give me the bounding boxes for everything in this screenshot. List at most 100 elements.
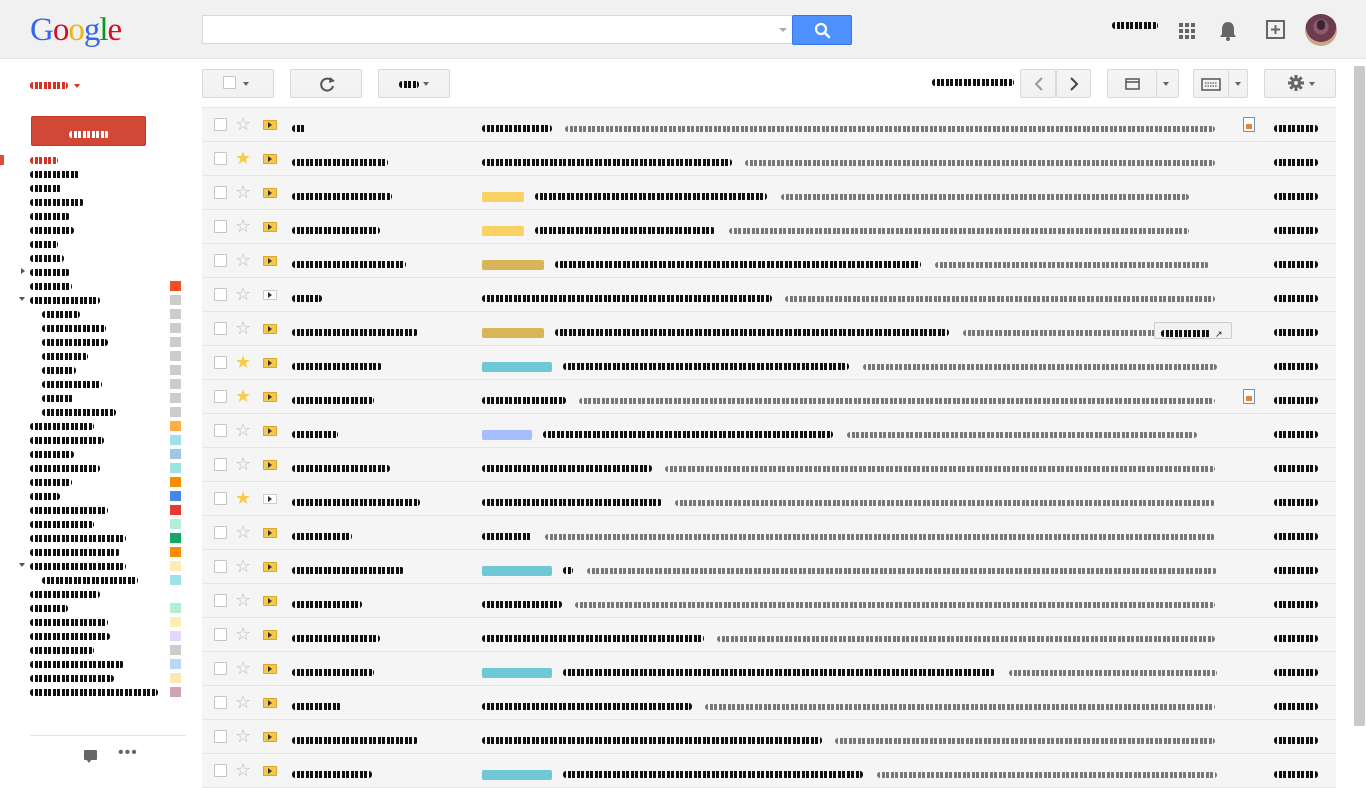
- user-name[interactable]: [1112, 22, 1158, 29]
- email-row[interactable]: ☆: [202, 754, 1336, 788]
- row-checkbox[interactable]: [214, 492, 227, 505]
- importance-marker-icon[interactable]: [263, 256, 277, 266]
- apps-grid-icon[interactable]: [1178, 14, 1196, 46]
- row-checkbox[interactable]: [214, 390, 227, 403]
- importance-marker-icon[interactable]: [263, 290, 277, 300]
- email-label-chip[interactable]: [482, 667, 552, 678]
- compose-button[interactable]: [31, 116, 146, 146]
- importance-marker-icon[interactable]: [263, 426, 277, 436]
- star-icon[interactable]: ☆: [235, 251, 251, 269]
- sidebar-item[interactable]: [0, 195, 200, 209]
- sidebar-item[interactable]: [0, 475, 200, 489]
- email-row[interactable]: ☆: [202, 720, 1336, 754]
- sidebar-item[interactable]: [0, 405, 200, 419]
- sidebar-item[interactable]: [0, 419, 200, 433]
- label-color-swatch[interactable]: [170, 393, 181, 403]
- star-icon[interactable]: ☆: [235, 421, 251, 439]
- row-checkbox[interactable]: [214, 628, 227, 641]
- label-color-swatch[interactable]: [170, 519, 181, 529]
- email-row[interactable]: ★: [202, 346, 1336, 380]
- label-color-swatch[interactable]: [170, 687, 181, 697]
- importance-marker-icon[interactable]: [263, 188, 277, 198]
- label-color-swatch[interactable]: [170, 365, 181, 375]
- importance-marker-icon[interactable]: [263, 528, 277, 538]
- star-icon[interactable]: ☆: [235, 761, 251, 779]
- email-label-chip[interactable]: [482, 191, 524, 202]
- sidebar-item[interactable]: [0, 657, 200, 671]
- sidebar-item[interactable]: [0, 559, 200, 573]
- email-row[interactable]: ★: [202, 380, 1336, 414]
- row-checkbox[interactable]: [214, 254, 227, 267]
- email-label-chip[interactable]: [482, 565, 552, 576]
- email-row[interactable]: ☆: [202, 244, 1336, 278]
- label-color-swatch[interactable]: [170, 295, 181, 305]
- label-color-swatch[interactable]: [170, 645, 181, 655]
- row-checkbox[interactable]: [214, 526, 227, 539]
- google-logo[interactable]: Google: [30, 12, 122, 48]
- email-label-chip[interactable]: [482, 769, 552, 780]
- sidebar-item[interactable]: [0, 265, 200, 279]
- row-checkbox[interactable]: [214, 356, 227, 369]
- sidebar-item[interactable]: [0, 643, 200, 657]
- row-checkbox[interactable]: [214, 458, 227, 471]
- email-row[interactable]: ☆: [202, 686, 1336, 720]
- sidebar-item[interactable]: [0, 573, 200, 587]
- row-checkbox[interactable]: [214, 662, 227, 675]
- email-row[interactable]: ☆: [202, 278, 1336, 312]
- star-icon[interactable]: ☆: [235, 319, 251, 337]
- email-row[interactable]: ★: [202, 142, 1336, 176]
- row-checkbox[interactable]: [214, 764, 227, 777]
- sidebar-item[interactable]: [0, 167, 200, 181]
- chevron-down-icon[interactable]: [1163, 82, 1169, 86]
- sidebar-item[interactable]: [0, 307, 200, 321]
- sidebar-item[interactable]: [0, 671, 200, 685]
- row-checkbox[interactable]: [214, 594, 227, 607]
- scrollbar[interactable]: [1354, 66, 1365, 726]
- star-icon[interactable]: ★: [235, 489, 251, 507]
- label-color-swatch[interactable]: [170, 603, 181, 613]
- importance-marker-icon[interactable]: [263, 562, 277, 572]
- row-checkbox[interactable]: [214, 118, 227, 131]
- importance-marker-icon[interactable]: [263, 120, 277, 130]
- label-color-swatch[interactable]: [170, 421, 181, 431]
- settings-button[interactable]: [1264, 69, 1336, 98]
- email-label-chip[interactable]: [482, 225, 524, 236]
- email-row[interactable]: ☆: [202, 584, 1336, 618]
- search-options-caret-icon[interactable]: [779, 28, 787, 32]
- sidebar-item[interactable]: [0, 251, 200, 265]
- star-icon[interactable]: ☆: [235, 455, 251, 473]
- importance-marker-icon[interactable]: [263, 596, 277, 606]
- label-color-swatch[interactable]: [170, 463, 181, 473]
- label-color-swatch[interactable]: [170, 491, 181, 501]
- star-icon[interactable]: ☆: [235, 523, 251, 541]
- email-row[interactable]: ☆: [202, 210, 1336, 244]
- sidebar-item[interactable]: [0, 209, 200, 223]
- email-label-chip[interactable]: [482, 361, 552, 372]
- sidebar-item[interactable]: [0, 433, 200, 447]
- email-row[interactable]: ☆: [202, 550, 1336, 584]
- importance-marker-icon[interactable]: [263, 222, 277, 232]
- importance-marker-icon[interactable]: [263, 630, 277, 640]
- sidebar-item[interactable]: [0, 685, 200, 699]
- importance-marker-icon[interactable]: [263, 664, 277, 674]
- label-color-swatch[interactable]: [170, 505, 181, 515]
- row-checkbox[interactable]: [214, 322, 227, 335]
- label-color-swatch[interactable]: [170, 561, 181, 571]
- refresh-button[interactable]: [290, 69, 362, 98]
- sidebar-item[interactable]: [0, 531, 200, 545]
- row-checkbox[interactable]: [214, 560, 227, 573]
- row-checkbox[interactable]: [214, 424, 227, 437]
- star-icon[interactable]: ★: [235, 387, 251, 405]
- star-icon[interactable]: ☆: [235, 217, 251, 235]
- star-icon[interactable]: ☆: [235, 591, 251, 609]
- label-color-swatch[interactable]: [170, 631, 181, 641]
- email-label-chip[interactable]: [482, 259, 544, 270]
- star-icon[interactable]: ☆: [235, 285, 251, 303]
- chevron-down-icon[interactable]: [19, 563, 25, 567]
- email-row[interactable]: ☆: [202, 108, 1336, 142]
- search-input[interactable]: [202, 15, 793, 44]
- sidebar-item[interactable]: [0, 377, 200, 391]
- chat-icon[interactable]: [84, 750, 97, 763]
- select-all-checkbox-button[interactable]: [202, 69, 274, 98]
- sidebar-item[interactable]: [0, 629, 200, 643]
